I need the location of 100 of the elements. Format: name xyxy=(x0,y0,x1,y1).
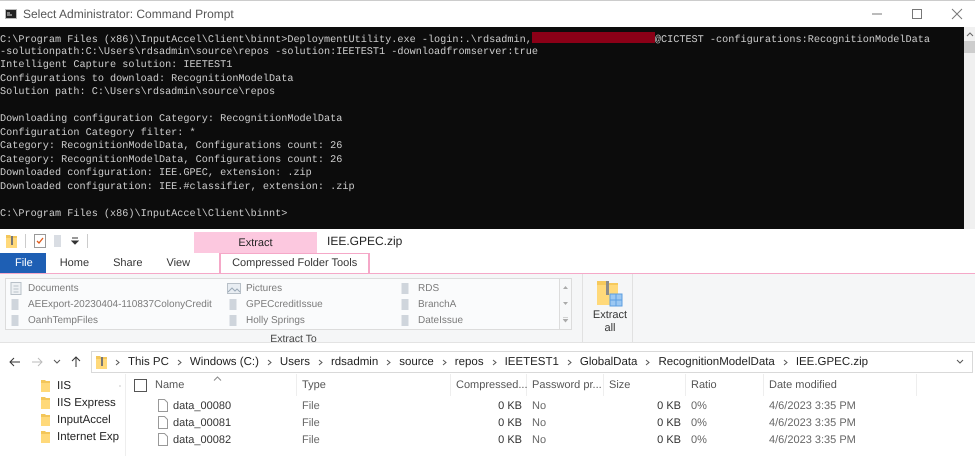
ribbon-tab[interactable]: View xyxy=(154,253,202,273)
console-text: @CICTEST -configurations:RecognitionModelData xyxy=(654,35,930,46)
folder-icon xyxy=(41,413,50,426)
breadcrumb[interactable]: Windows (C:) xyxy=(190,356,259,368)
table-cell: File xyxy=(302,400,320,412)
column-header[interactable]: Password pr... xyxy=(532,379,602,391)
console-text: C:\Program Files (x86)\InputAccel\Client\binnt>DeploymentUtility.exe -login:.\rdsadmin, xyxy=(0,35,532,46)
scrollbar[interactable] xyxy=(964,27,975,229)
picture-icon xyxy=(227,282,241,294)
table-cell: 0 KB xyxy=(498,400,522,412)
breadcrumb[interactable]: source xyxy=(399,356,434,368)
console-line: Category: RecognitionModelData, Configurations count: 26 xyxy=(0,154,344,167)
nav-item[interactable]: IIS xyxy=(41,377,120,394)
chevron-right-icon xyxy=(386,358,392,366)
breadcrumb[interactable]: RecognitionModelData xyxy=(658,356,775,368)
breadcrumb[interactable]: This PC xyxy=(128,356,169,368)
file-icon xyxy=(158,416,168,429)
window-title: IEE.GPEC.zip xyxy=(327,234,402,248)
zip-folder-icon[interactable] xyxy=(6,234,17,248)
column-header[interactable]: Date modified xyxy=(769,379,837,391)
location-item[interactable]: GPECcreditIssue xyxy=(227,296,323,312)
chevron-right-icon xyxy=(115,358,120,366)
table-cell: 4/6/2023 3:35 PM xyxy=(769,434,856,446)
scroll-up-icon[interactable] xyxy=(966,31,974,37)
table-cell: 0 KB xyxy=(657,434,681,446)
dropdown-icon[interactable] xyxy=(71,237,79,245)
location-item[interactable]: DateIssue xyxy=(399,312,464,328)
table-cell: File xyxy=(302,434,320,446)
console-line: C:\Program Files (x86)\InputAccel\Client\binnt> xyxy=(0,208,288,221)
zip-folder-icon xyxy=(96,355,107,369)
table-cell: 4/6/2023 3:35 PM xyxy=(769,400,856,412)
table-cell: No xyxy=(532,434,546,446)
extract-all-button[interactable]: Extract all xyxy=(588,274,633,342)
location-item[interactable]: Holly Springs xyxy=(227,312,305,328)
nav-item[interactable]: InputAccel xyxy=(41,411,120,428)
console-line: Downloading configuration Category: RecognitionModelData xyxy=(0,113,344,126)
ribbon-tab[interactable]: File xyxy=(0,253,46,273)
breadcrumb[interactable]: rdsadmin xyxy=(330,356,378,368)
ribbon-tab[interactable]: Compressed Folder Tools xyxy=(219,253,370,273)
table-cell[interactable]: data_00080 xyxy=(173,400,232,412)
window-title: Select Administrator: Command Prompt xyxy=(23,7,235,21)
chevron-down-icon[interactable] xyxy=(956,359,964,365)
document-icon xyxy=(9,282,23,294)
chevron-right-icon xyxy=(492,358,497,366)
column-header[interactable]: Ratio xyxy=(691,379,717,391)
table-cell: 0% xyxy=(691,416,707,428)
console-line: Downloaded configuration: IEE.#classifier, extension: .zip xyxy=(0,180,356,194)
sort-caret-icon xyxy=(213,376,222,381)
console-line: Category: RecognitionModelData, Configurations count: 26 xyxy=(0,140,344,154)
properties-icon[interactable] xyxy=(34,234,46,248)
table-cell: No xyxy=(532,416,546,428)
location-item[interactable]: OanhTempFiles xyxy=(9,312,98,328)
table-cell[interactable]: data_00082 xyxy=(173,434,232,446)
file-icon xyxy=(158,433,168,446)
chevron-right-icon xyxy=(442,358,447,366)
column-header[interactable]: Size xyxy=(609,379,630,391)
chevron-right-icon xyxy=(318,358,323,366)
select-all-checkbox[interactable] xyxy=(134,378,147,392)
column-header[interactable]: Type xyxy=(302,379,326,391)
folder-icon xyxy=(41,396,50,409)
table-cell: 0 KB xyxy=(657,400,681,412)
maximize-icon[interactable] xyxy=(911,8,923,20)
context-tab-header: Extract xyxy=(194,232,317,253)
table-cell: 0 KB xyxy=(498,434,522,446)
up-arrow-icon[interactable] xyxy=(71,356,81,368)
table-cell: 0 KB xyxy=(657,416,681,428)
ribbon-tab[interactable]: Share xyxy=(101,253,154,273)
location-item[interactable]: Documents xyxy=(9,280,79,296)
breadcrumb[interactable]: GlobalData xyxy=(580,356,638,368)
scrollbar-thumb[interactable] xyxy=(964,41,975,53)
console-line: Downloaded configuration: IEE.GPEC, extension: .zip xyxy=(0,167,313,180)
back-arrow-icon[interactable] xyxy=(9,357,21,367)
column-header[interactable]: Name xyxy=(155,379,184,391)
nav-item[interactable]: IIS Express xyxy=(41,394,120,411)
address-bar[interactable]: This PC Windows (C:) Users rdsadmin source repos IEETEST1 GlobalData RecognitionModelData IEE.GPEC.zip xyxy=(91,351,973,373)
table-cell: 0% xyxy=(691,434,707,446)
location-item[interactable]: BranchA xyxy=(399,296,456,312)
close-icon[interactable] xyxy=(951,8,963,20)
folder-icon xyxy=(41,430,50,443)
chevron-right-icon xyxy=(782,358,788,366)
breadcrumb[interactable]: repos xyxy=(454,356,484,368)
breadcrumb[interactable]: IEE.GPEC.zip xyxy=(796,356,868,368)
zip-folder-icon xyxy=(597,279,623,307)
nav-item[interactable]: Internet Exp xyxy=(41,428,120,445)
location-item[interactable]: AEExport-20230404-110837ColonyCredit xyxy=(9,296,212,312)
table-cell: File xyxy=(302,416,320,428)
column-header[interactable]: Compressed... xyxy=(456,379,528,391)
location-item[interactable]: Pictures xyxy=(227,280,282,296)
table-cell: No xyxy=(532,400,546,412)
location-item[interactable]: RDS xyxy=(399,280,440,296)
chevron-right-icon xyxy=(566,358,572,366)
table-cell: 0% xyxy=(691,400,707,412)
table-cell: 4/6/2023 3:35 PM xyxy=(769,416,856,428)
breadcrumb[interactable]: IEETEST1 xyxy=(504,356,559,368)
chevron-right-icon xyxy=(645,358,650,366)
breadcrumb[interactable]: Users xyxy=(280,356,310,368)
chevron-down-icon[interactable] xyxy=(53,359,61,365)
ribbon-tab[interactable]: Home xyxy=(48,253,102,273)
table-cell[interactable]: data_00081 xyxy=(173,416,232,428)
group-label: Extract To xyxy=(269,333,318,345)
